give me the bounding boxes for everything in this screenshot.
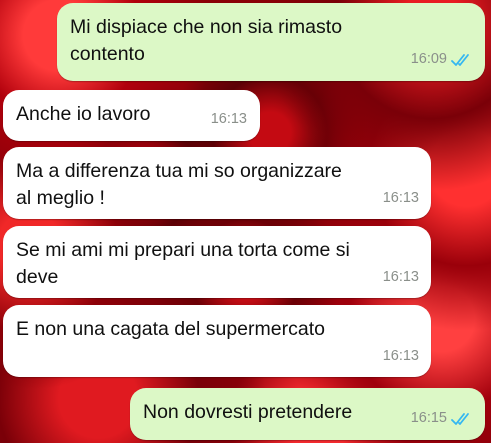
message-text-line: deve bbox=[16, 266, 59, 288]
message-text-line: al meglio ! bbox=[16, 187, 105, 209]
message-text-line: Ma a differenza tua mi so organizzare bbox=[16, 160, 342, 182]
incoming-message[interactable]: Ma a differenza tua mi so organizzare al… bbox=[3, 147, 431, 219]
message-timestamp: 16:15 bbox=[410, 410, 447, 426]
incoming-message[interactable]: Anche io lavoro 16:13 bbox=[3, 90, 260, 141]
message-text: Ma a differenza tua mi so organizzare al… bbox=[16, 158, 342, 212]
message-text: Mi dispiace che non sia rimasto contento bbox=[70, 14, 342, 68]
message-text-line: E non una cagata del supermercato bbox=[16, 318, 325, 340]
incoming-message[interactable]: E non una cagata del supermercato 16:13 bbox=[3, 305, 431, 377]
message-text-line: Se mi ami mi prepari una torta come si bbox=[16, 239, 350, 261]
message-meta: 16:13 bbox=[383, 343, 419, 370]
message-text: Se mi ami mi prepari una torta come si d… bbox=[16, 237, 350, 291]
message-timestamp: 16:13 bbox=[382, 348, 419, 364]
message-text-line: Anche io lavoro bbox=[16, 103, 151, 125]
outgoing-message[interactable]: Non dovresti pretendere 16:15 bbox=[130, 388, 485, 440]
message-meta: 16:09 bbox=[411, 46, 473, 73]
message-timestamp: 16:13 bbox=[210, 111, 247, 127]
message-text-line: Mi dispiace che non sia rimasto bbox=[70, 16, 343, 38]
double-check-icon bbox=[451, 412, 469, 425]
message-meta: 16:13 bbox=[383, 264, 419, 291]
message-text: Non dovresti pretendere bbox=[143, 399, 352, 426]
outgoing-message[interactable]: Mi dispiace che non sia rimasto contento… bbox=[57, 3, 485, 81]
message-meta: 16:13 bbox=[383, 185, 419, 212]
message-text: E non una cagata del supermercato bbox=[16, 316, 325, 343]
message-timestamp: 16:09 bbox=[410, 51, 447, 67]
double-check-icon bbox=[451, 53, 469, 66]
message-meta: 16:15 bbox=[411, 405, 473, 432]
message-timestamp: 16:13 bbox=[382, 190, 419, 206]
incoming-message[interactable]: Se mi ami mi prepari una torta come si d… bbox=[3, 226, 431, 298]
message-text-line: Non dovresti pretendere bbox=[143, 401, 353, 423]
message-text: Anche io lavoro bbox=[16, 101, 150, 128]
message-meta: 16:13 bbox=[211, 106, 247, 133]
message-text-line: contento bbox=[70, 43, 145, 65]
message-timestamp: 16:13 bbox=[382, 269, 419, 285]
